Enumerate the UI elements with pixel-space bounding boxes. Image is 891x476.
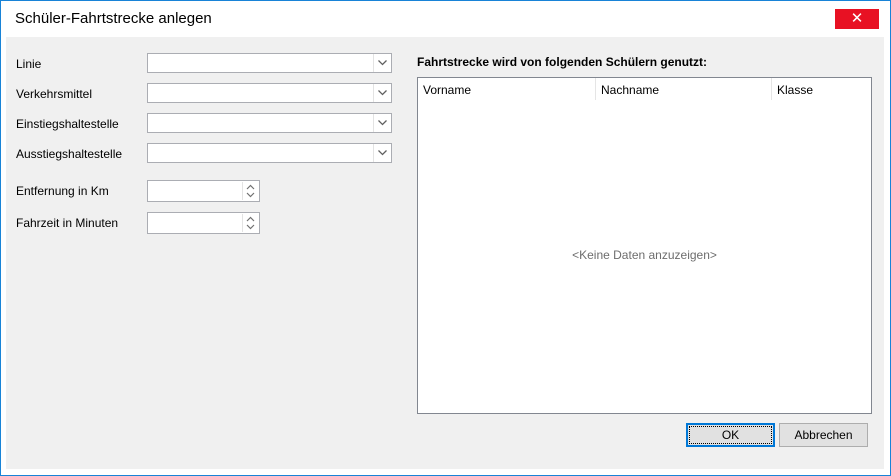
column-header-vorname[interactable]: Vorname <box>418 78 595 100</box>
cancel-button[interactable]: Abbrechen <box>779 423 868 447</box>
column-header-nachname[interactable]: Nachname <box>596 78 771 100</box>
linie-label: Linie <box>16 57 42 71</box>
close-icon: ✕ <box>850 10 864 27</box>
close-button[interactable]: ✕ <box>835 9 879 29</box>
ausstieg-dropdown-button[interactable] <box>373 144 391 162</box>
entfernung-label: Entfernung in Km <box>16 184 109 198</box>
verkehrsmittel-combobox[interactable] <box>147 83 392 103</box>
students-heading: Fahrtstrecke wird von folgenden Schülern… <box>417 55 708 69</box>
dialog-client-area: Linie Verkehrsmittel Einstiegshaltestell… <box>6 37 884 469</box>
ausstieg-combobox[interactable] <box>147 143 392 163</box>
spin-arrows-icon <box>246 184 255 198</box>
ok-button[interactable]: OK <box>686 423 775 447</box>
fahrzeit-spin-buttons[interactable] <box>242 214 258 232</box>
column-header-klasse[interactable]: Klasse <box>772 78 871 100</box>
linie-dropdown-button[interactable] <box>373 54 391 72</box>
einstieg-combobox[interactable] <box>147 113 392 133</box>
dialog-window: Schüler-Fahrtstrecke anlegen ✕ Linie Ver… <box>0 0 891 476</box>
chevron-down-icon <box>378 120 387 126</box>
entfernung-spinbox[interactable] <box>147 180 260 202</box>
window-title: Schüler-Fahrtstrecke anlegen <box>15 10 212 27</box>
fahrzeit-label: Fahrzeit in Minuten <box>16 216 119 230</box>
ausstieg-label: Ausstiegshaltestelle <box>16 147 123 161</box>
students-grid[interactable]: Vorname Nachname Klasse <Keine Daten anz… <box>417 77 872 414</box>
chevron-down-icon <box>378 60 387 66</box>
empty-grid-message: <Keine Daten anzuzeigen> <box>572 248 717 262</box>
focus-rectangle <box>689 426 772 444</box>
verkehrsmittel-dropdown-button[interactable] <box>373 84 391 102</box>
cancel-button-label: Abbrechen <box>794 428 853 442</box>
entfernung-spin-buttons[interactable] <box>242 182 258 200</box>
chevron-down-icon <box>378 90 387 96</box>
linie-combobox[interactable] <box>147 53 392 73</box>
einstieg-label: Einstiegshaltestelle <box>16 117 119 131</box>
verkehrsmittel-label: Verkehrsmittel <box>16 87 93 101</box>
fahrzeit-spinbox[interactable] <box>147 212 260 234</box>
column-header-label: Nachname <box>601 83 660 97</box>
column-header-label: Klasse <box>777 83 814 97</box>
title-bar[interactable]: Schüler-Fahrtstrecke anlegen ✕ <box>1 1 890 37</box>
spin-arrows-icon <box>246 216 255 230</box>
column-header-label: Vorname <box>423 83 472 97</box>
einstieg-dropdown-button[interactable] <box>373 114 391 132</box>
chevron-down-icon <box>378 150 387 156</box>
